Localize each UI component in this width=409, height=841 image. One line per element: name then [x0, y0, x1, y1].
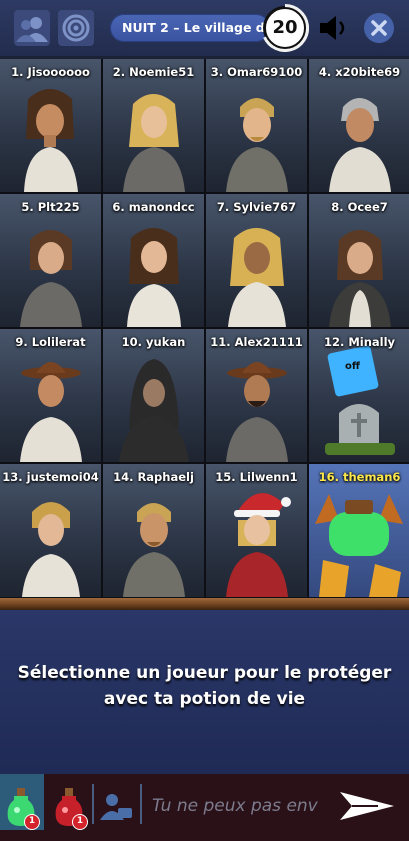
turn-timer: 20 [264, 7, 306, 49]
player-card-11[interactable]: 11. Alex21111 [206, 329, 307, 462]
separator [92, 784, 94, 824]
player-card-1[interactable]: 1. Jisoooooo [0, 59, 101, 192]
player-name: 15. Lilwenn1 [215, 470, 298, 484]
player-name: 12. Minally [323, 335, 396, 349]
player-name: 9. Lolilerat [15, 335, 86, 349]
player-name: 7. Sylvie767 [216, 200, 297, 214]
separator [140, 784, 142, 824]
player-card-16-self[interactable]: 16. theman6 [309, 464, 409, 597]
player-card-3[interactable]: 3. Omar69100 [206, 59, 307, 192]
player-name: 8. Ocee7 [331, 200, 388, 214]
player-name: 13. justemoi04 [2, 470, 99, 484]
player-card-13[interactable]: 13. justemoi04 [0, 464, 101, 597]
player-card-5[interactable]: 5. Plt225 [0, 194, 101, 327]
player-card-12-dead[interactable]: off 12. Minally [309, 329, 409, 462]
player-grid: 1. Jisoooooo 2. Noemie51 3. Omar69100 4.… [0, 59, 409, 599]
player-card-7[interactable]: 7. Sylvie767 [206, 194, 307, 327]
player-card-9[interactable]: 9. Lolilerat [0, 329, 101, 462]
player-name: 16. theman6 [318, 470, 401, 484]
wood-divider [0, 598, 409, 610]
svg-text:off: off [345, 361, 361, 372]
player-card-2[interactable]: 2. Noemie51 [103, 59, 204, 192]
player-name: 14. Raphaelj [113, 470, 194, 484]
player-card-14[interactable]: 14. Raphaelj [103, 464, 204, 597]
chat-input[interactable] [150, 790, 334, 822]
potion-count-badge: 1 [72, 814, 88, 830]
player-name: 2. Noemie51 [112, 65, 195, 79]
player-card-8[interactable]: 8. Ocee7 [309, 194, 409, 327]
player-name: 5. Plt225 [21, 200, 80, 214]
player-card-4[interactable]: 4. x20bite69 [309, 59, 409, 192]
sound-icon[interactable] [316, 13, 352, 43]
action-instruction: Sélectionne un joueur pour le protéger a… [17, 663, 392, 709]
player-card-6[interactable]: 6. manondcc [103, 194, 204, 327]
close-icon[interactable] [362, 11, 396, 45]
player-name: 11. Alex21111 [210, 335, 303, 349]
player-card-10[interactable]: 10. yukan [103, 329, 204, 462]
swirl-icon[interactable] [58, 10, 94, 46]
player-name: 3. Omar69100 [210, 65, 303, 79]
green-potion-button[interactable]: 1 [0, 774, 44, 830]
phase-indicator: NUIT 2 – Le village dort [110, 14, 285, 42]
player-name: 6. manondcc [112, 200, 195, 214]
player-chat-icon[interactable] [98, 790, 134, 824]
player-name: 10. yukan [121, 335, 186, 349]
player-name: 4. x20bite69 [318, 65, 401, 79]
send-icon[interactable] [338, 788, 396, 824]
player-card-15[interactable]: 15. Lilwenn1 [206, 464, 307, 597]
red-potion-button[interactable]: 1 [48, 774, 92, 830]
potion-count-badge: 1 [24, 814, 40, 830]
players-icon[interactable] [14, 10, 50, 46]
player-name: 1. Jisoooooo [11, 65, 90, 79]
